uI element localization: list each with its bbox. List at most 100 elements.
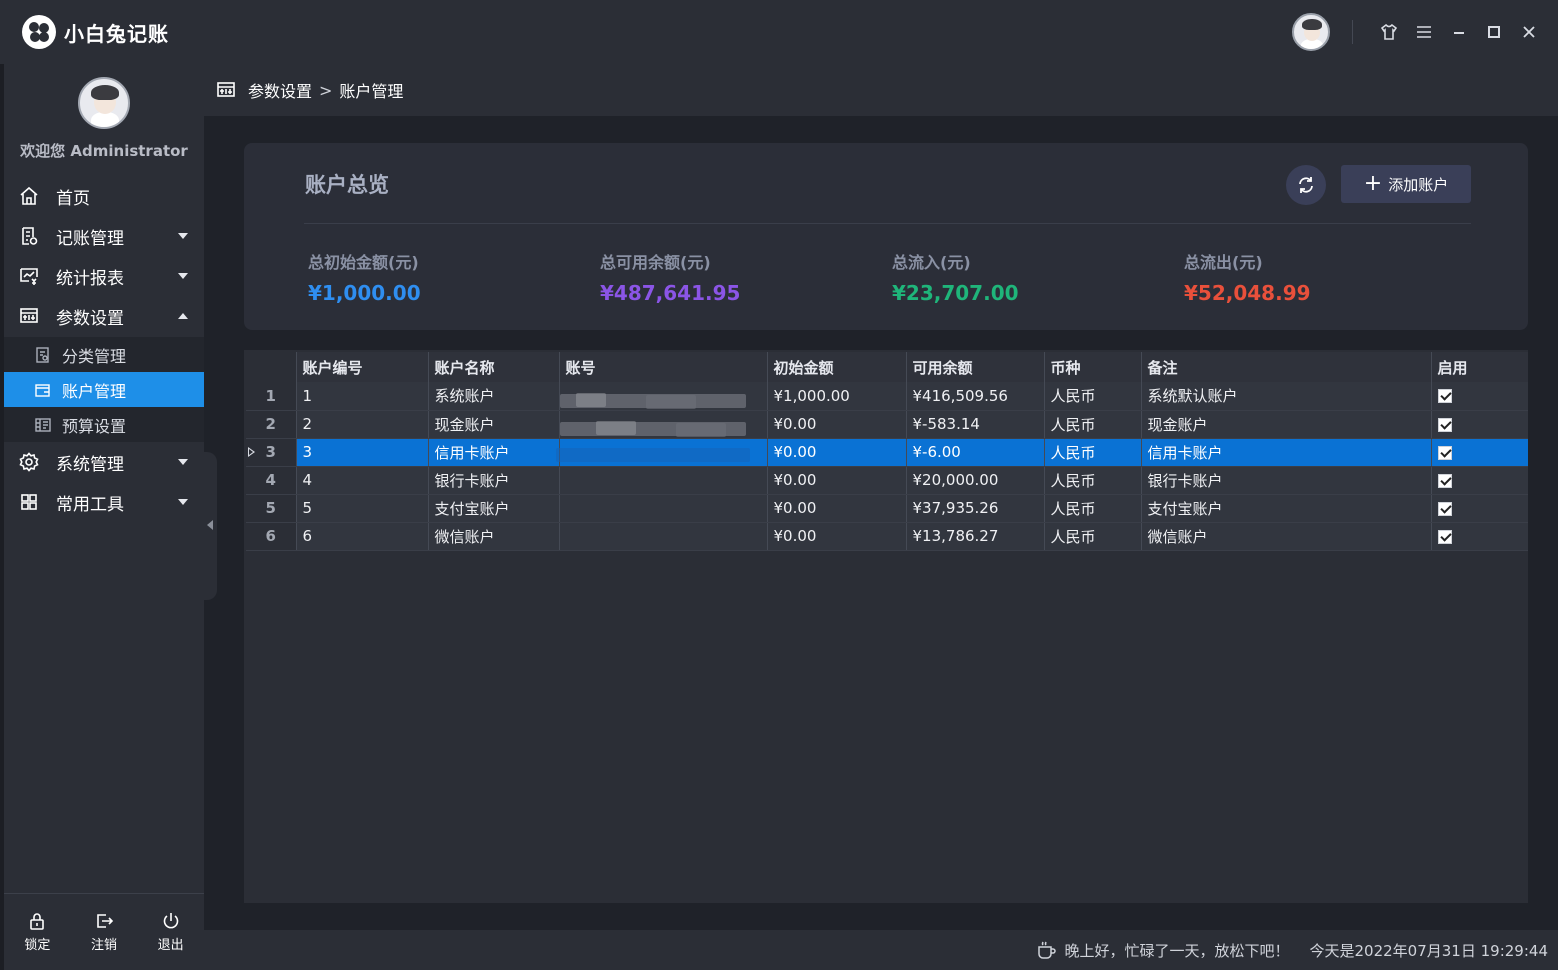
- settings-submenu: 分类管理 账户管理 预算设置: [4, 337, 204, 442]
- sidebar-subitem-category[interactable]: 分类管理: [4, 337, 204, 372]
- row-number[interactable]: 2: [246, 410, 297, 439]
- cell-name[interactable]: 信用卡账户: [428, 438, 560, 467]
- refresh-button[interactable]: [1286, 165, 1326, 205]
- close-icon[interactable]: [1511, 17, 1546, 47]
- cell-initial[interactable]: ¥0.00: [767, 410, 907, 439]
- row-number[interactable]: 1: [246, 382, 297, 411]
- sidebar-item-home[interactable]: 首页: [4, 176, 204, 216]
- cell-id[interactable]: 5: [296, 494, 429, 523]
- table-row[interactable]: 6 6 微信账户 ¥0.00 ¥13,786.27 人民币 微信账户: [246, 522, 1528, 551]
- column-header-id[interactable]: 账户编号: [296, 352, 429, 382]
- chevron-down-icon: [178, 233, 188, 239]
- enabled-checkbox[interactable]: [1437, 417, 1452, 432]
- table-row[interactable]: 4 4 银行卡账户 ¥0.00 ¥20,000.00 人民币 银行卡账户: [246, 466, 1528, 495]
- cell-id[interactable]: 6: [296, 522, 429, 551]
- enabled-checkbox[interactable]: [1437, 529, 1452, 544]
- cell-note[interactable]: 微信账户: [1141, 522, 1432, 551]
- minimize-icon[interactable]: [1441, 17, 1476, 47]
- enabled-checkbox[interactable]: [1437, 445, 1452, 460]
- cell-balance[interactable]: ¥13,786.27: [906, 522, 1045, 551]
- sidebar-subitem-accounts[interactable]: 账户管理: [4, 372, 204, 407]
- column-header-name[interactable]: 账户名称: [428, 352, 560, 382]
- cell-balance[interactable]: ¥20,000.00: [906, 466, 1045, 495]
- sidebar-item-tools[interactable]: 常用工具: [4, 482, 204, 522]
- cell-name[interactable]: 系统账户: [428, 382, 560, 411]
- table-row[interactable]: 5 5 支付宝账户 ¥0.00 ¥37,935.26 人民币 支付宝账户: [246, 494, 1528, 523]
- sidebar-collapse-handle[interactable]: [204, 452, 217, 600]
- cell-initial[interactable]: ¥1,000.00: [767, 382, 907, 411]
- enabled-checkbox[interactable]: [1437, 473, 1452, 488]
- enabled-checkbox[interactable]: [1437, 501, 1452, 516]
- cell-account[interactable]: [559, 438, 768, 467]
- lock-button[interactable]: 锁定: [24, 911, 50, 953]
- cell-currency[interactable]: 人民币: [1044, 494, 1142, 523]
- cell-initial[interactable]: ¥0.00: [767, 522, 907, 551]
- maximize-icon[interactable]: [1476, 17, 1511, 47]
- cell-balance[interactable]: ¥37,935.26: [906, 494, 1045, 523]
- cell-note[interactable]: 支付宝账户: [1141, 494, 1432, 523]
- exit-button[interactable]: 退出: [158, 911, 184, 953]
- row-number[interactable]: 4: [246, 466, 297, 495]
- cell-note[interactable]: 系统默认账户: [1141, 382, 1432, 411]
- cell-account[interactable]: [559, 522, 768, 551]
- cell-id[interactable]: 2: [296, 410, 429, 439]
- cell-name[interactable]: 微信账户: [428, 522, 560, 551]
- breadcrumb-current: 账户管理: [339, 82, 404, 101]
- menu-icon[interactable]: [1406, 17, 1441, 47]
- skin-icon[interactable]: [1371, 17, 1406, 47]
- cell-note[interactable]: 现金账户: [1141, 410, 1432, 439]
- cell-currency[interactable]: 人民币: [1044, 382, 1142, 411]
- enabled-checkbox[interactable]: [1437, 389, 1452, 404]
- cell-account[interactable]: [559, 382, 768, 411]
- sidebar-subitem-budget[interactable]: 预算设置: [4, 407, 204, 442]
- column-header-note[interactable]: 备注: [1141, 352, 1432, 382]
- row-number[interactable]: 5: [246, 494, 297, 523]
- cell-id[interactable]: 3: [296, 438, 429, 467]
- cell-currency[interactable]: 人民币: [1044, 522, 1142, 551]
- cell-currency[interactable]: 人民币: [1044, 466, 1142, 495]
- row-number[interactable]: 6: [246, 522, 297, 551]
- stat-label: 总可用余额(元): [600, 253, 711, 272]
- table-row[interactable]: 3 3 信用卡账户 ¥0.00 ¥-6.00 人民币 信用卡账户: [246, 438, 1528, 467]
- cell-note[interactable]: 银行卡账户: [1141, 466, 1432, 495]
- row-number-label: 1: [265, 386, 276, 405]
- user-avatar[interactable]: [1292, 13, 1330, 51]
- cell-note[interactable]: 信用卡账户: [1141, 438, 1432, 467]
- cell-account[interactable]: [559, 410, 768, 439]
- cell-name[interactable]: 银行卡账户: [428, 466, 560, 495]
- sidebar-item-reports[interactable]: 统计报表: [4, 256, 204, 296]
- cell-currency[interactable]: 人民币: [1044, 410, 1142, 439]
- chevron-down-icon: [178, 459, 188, 465]
- cell-account[interactable]: [559, 494, 768, 523]
- cell-balance[interactable]: ¥-583.14: [906, 410, 1045, 439]
- sidebar-item-label: 常用工具: [56, 494, 124, 515]
- add-account-button[interactable]: + 添加账户: [1341, 165, 1471, 203]
- cell-id[interactable]: 4: [296, 466, 429, 495]
- chart-icon: [18, 265, 40, 287]
- sidebar: 欢迎您 Administrator 首页 记账管理 统计报表 参数设置 分类管理…: [0, 64, 204, 970]
- column-header-enabled[interactable]: 启用: [1431, 352, 1528, 382]
- cell-account[interactable]: [559, 466, 768, 495]
- cell-currency[interactable]: 人民币: [1044, 438, 1142, 467]
- cell-initial[interactable]: ¥0.00: [767, 438, 907, 467]
- cell-balance[interactable]: ¥416,509.56: [906, 382, 1045, 411]
- column-header-currency[interactable]: 币种: [1044, 352, 1142, 382]
- cell-initial[interactable]: ¥0.00: [767, 494, 907, 523]
- column-header-initial[interactable]: 初始金额: [767, 352, 907, 382]
- row-number[interactable]: 3: [246, 438, 297, 467]
- column-header-balance[interactable]: 可用余额: [906, 352, 1045, 382]
- sidebar-item-bookkeeping[interactable]: 记账管理: [4, 216, 204, 256]
- cell-name[interactable]: 现金账户: [428, 410, 560, 439]
- table-row[interactable]: 2 2 现金账户 ¥0.00 ¥-583.14 人民币 现金账户: [246, 410, 1528, 439]
- cell-name[interactable]: 支付宝账户: [428, 494, 560, 523]
- cell-id[interactable]: 1: [296, 382, 429, 411]
- breadcrumb-parent[interactable]: 参数设置: [248, 78, 312, 102]
- cell-initial[interactable]: ¥0.00: [767, 466, 907, 495]
- sidebar-item-settings[interactable]: 参数设置: [4, 296, 204, 336]
- column-header-account[interactable]: 账号: [559, 352, 768, 382]
- logout-button[interactable]: 注销: [91, 911, 117, 953]
- sidebar-item-system[interactable]: 系统管理: [4, 442, 204, 482]
- table-row[interactable]: 1 1 系统账户 ¥1,000.00 ¥416,509.56 人民币 系统默认账户: [246, 382, 1528, 411]
- settings-panel-icon: [18, 305, 40, 327]
- cell-balance[interactable]: ¥-6.00: [906, 438, 1045, 467]
